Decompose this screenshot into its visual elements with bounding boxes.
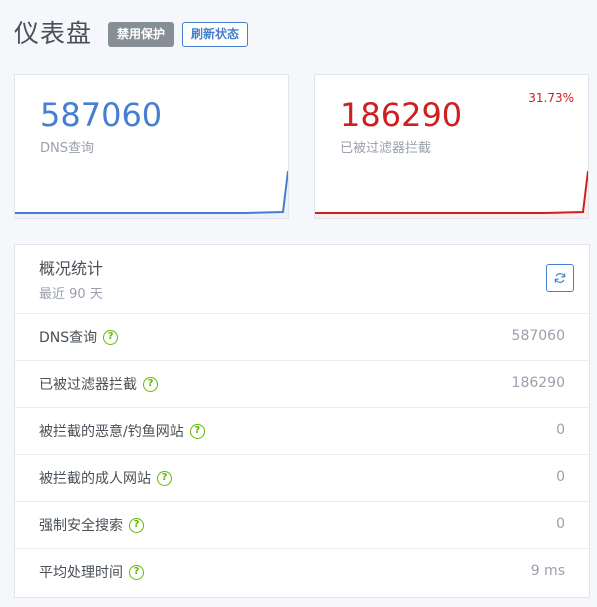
blocked-percent: 31.73% bbox=[528, 91, 574, 105]
stats-row-blocked-adult-websites: 被拦截的成人网站 ? 0 bbox=[15, 455, 589, 502]
question-circle-icon[interactable]: ? bbox=[129, 564, 144, 580]
stats-row-enforced-safe-search: 强制安全搜索 ? 0 bbox=[15, 502, 589, 549]
question-circle-icon[interactable]: ? bbox=[129, 517, 144, 533]
question-circle-icon[interactable]: ? bbox=[157, 470, 172, 486]
page-title: 仪表盘 bbox=[14, 19, 93, 48]
row-value: 9 ms bbox=[530, 563, 565, 579]
overview-stats-panel: 概况统计 最近 90 天 DNS查询 ? 587060 已被过滤器拦截 ? 18… bbox=[14, 244, 590, 598]
stats-row-dns-queries: DNS查询 ? 587060 bbox=[15, 314, 589, 361]
row-value: 0 bbox=[556, 422, 565, 438]
dns-queries-card: 587060 DNS查询 bbox=[14, 74, 289, 219]
blocked-by-filters-card: 186290 已被过滤器拦截 31.73% bbox=[314, 74, 589, 219]
question-circle-icon[interactable]: ? bbox=[143, 376, 158, 392]
dns-sparkline-area bbox=[15, 171, 288, 218]
row-label: 已被过滤器拦截 bbox=[39, 377, 137, 393]
panel-header: 概况统计 最近 90 天 bbox=[15, 245, 589, 314]
dashboard-page: 仪表盘 禁用保护 刷新状态 587060 DNS查询 186290 已被过滤器拦… bbox=[0, 0, 597, 607]
row-value: 587060 bbox=[511, 328, 565, 344]
refresh-stats-button[interactable] bbox=[546, 264, 574, 292]
refresh-icon bbox=[554, 273, 566, 283]
row-label: DNS查询 bbox=[39, 330, 98, 346]
row-value: 0 bbox=[556, 469, 565, 485]
row-label: 被拦截的成人网站 bbox=[39, 471, 151, 487]
question-circle-icon[interactable]: ? bbox=[103, 329, 119, 345]
stats-row-average-processing-time: 平均处理时间 ? 9 ms bbox=[15, 549, 589, 596]
panel-title: 概况统计 bbox=[39, 259, 104, 278]
row-label: 平均处理时间 bbox=[39, 565, 123, 581]
question-circle-icon[interactable]: ? bbox=[189, 423, 205, 439]
stats-row-blocked-malware-phishing: 被拦截的恶意/钓鱼网站 ? 0 bbox=[15, 408, 589, 455]
blocked-sparkline bbox=[315, 170, 588, 218]
panel-subtitle: 最近 90 天 bbox=[39, 287, 103, 302]
refresh-status-button[interactable]: 刷新状态 bbox=[182, 21, 249, 47]
row-label: 强制安全搜索 bbox=[39, 518, 123, 534]
disable-protection-button[interactable]: 禁用保护 bbox=[108, 21, 175, 47]
blocked-label: 已被过滤器拦截 bbox=[340, 141, 432, 156]
dns-queries-value: 587060 bbox=[40, 96, 163, 134]
dns-queries-label: DNS查询 bbox=[40, 141, 94, 156]
blocked-sparkline-area bbox=[315, 171, 588, 218]
page-header: 仪表盘 禁用保护 刷新状态 bbox=[14, 16, 256, 52]
blocked-value: 186290 bbox=[340, 96, 463, 134]
blocked-sparkline-line bbox=[315, 170, 588, 214]
dns-sparkline-line bbox=[15, 170, 288, 214]
row-value: 0 bbox=[556, 516, 565, 532]
row-value: 186290 bbox=[511, 375, 565, 391]
stats-row-blocked-by-filters: 已被过滤器拦截 ? 186290 bbox=[15, 361, 589, 408]
dns-queries-sparkline bbox=[15, 170, 288, 218]
row-label: 被拦截的恶意/钓鱼网站 bbox=[39, 424, 184, 440]
